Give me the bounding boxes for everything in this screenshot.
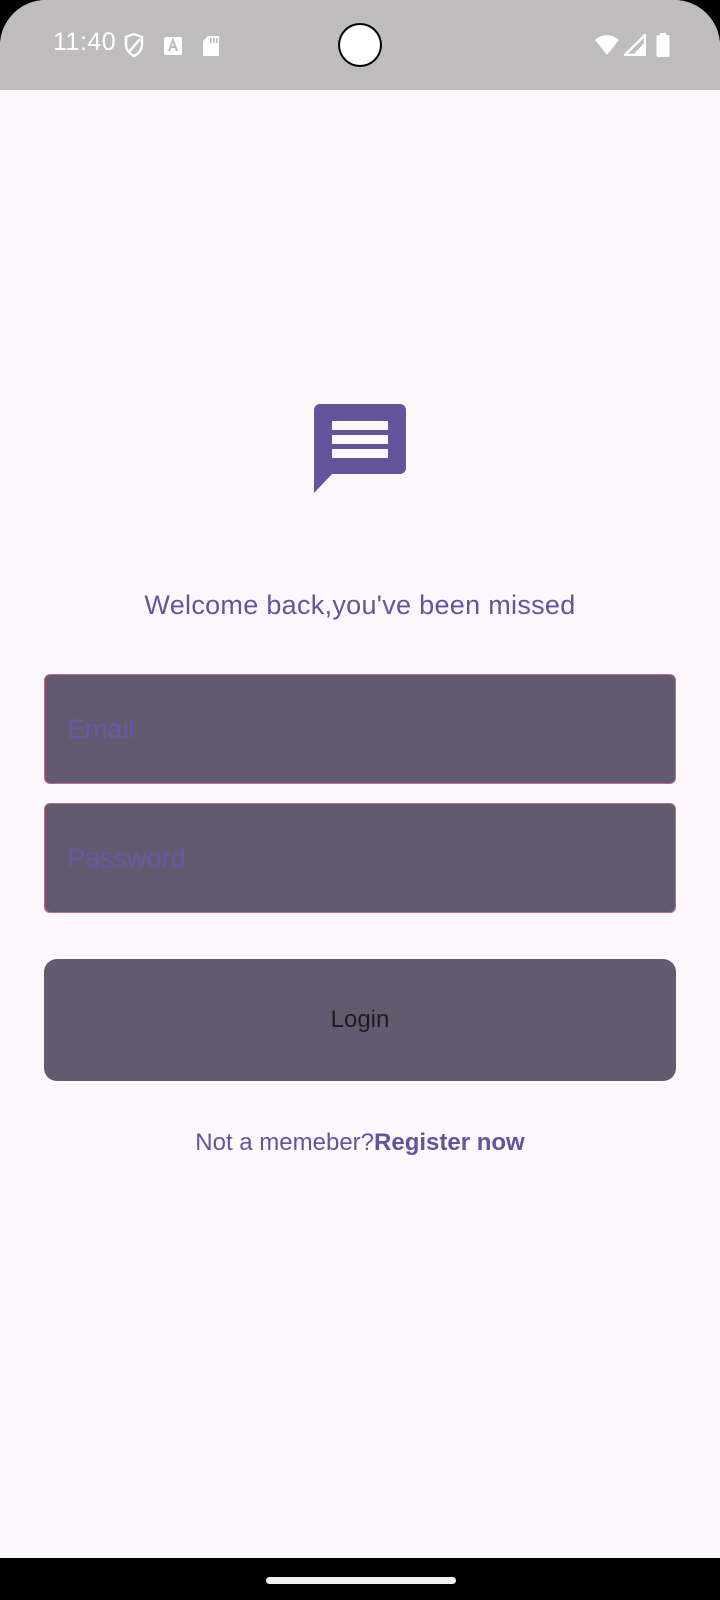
login-button[interactable]: Login <box>44 959 676 1081</box>
login-button-label: Login <box>330 1006 390 1033</box>
email-input[interactable] <box>45 675 675 783</box>
home-indicator[interactable] <box>266 1577 456 1584</box>
password-field[interactable] <box>44 803 676 913</box>
email-field[interactable] <box>44 674 676 784</box>
status-time: 11:40 <box>53 28 117 56</box>
font-download-icon <box>164 37 182 55</box>
sd-card-icon <box>203 36 219 56</box>
app-screen: 11:40 Welcome back,you've been missed Em… <box>0 0 720 1600</box>
camera-cutout <box>338 23 382 67</box>
welcome-text: Welcome back,you've been missed <box>144 590 576 620</box>
shield-icon <box>124 33 144 57</box>
message-icon <box>314 404 406 493</box>
status-bar: 11:40 <box>0 0 720 90</box>
wifi-icon <box>595 35 619 55</box>
register-prompt: Not a memeber? <box>195 1129 375 1156</box>
signal-icon <box>624 34 646 56</box>
register-now-link[interactable]: Register now <box>374 1129 525 1156</box>
password-input[interactable] <box>45 804 675 912</box>
register-row: Not a memeber?Register now <box>0 1129 720 1157</box>
battery-icon <box>656 33 670 57</box>
